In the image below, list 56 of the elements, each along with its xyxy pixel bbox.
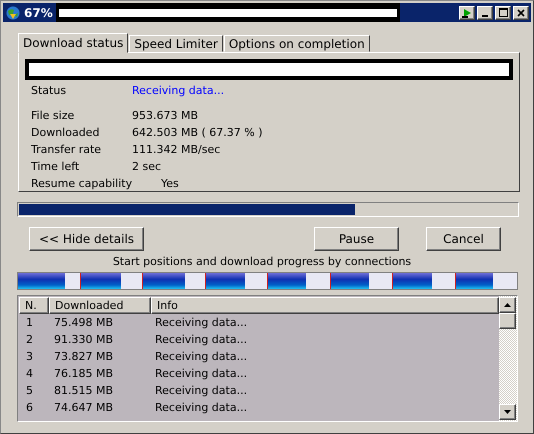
detail-label: Downloaded: [31, 126, 100, 140]
table-cell-text: Receiving data...: [154, 333, 248, 346]
connections-caption: Start positions and download progress by connections: [112, 255, 412, 269]
scrollbar[interactable]: [499, 296, 517, 421]
table-cell-text: 74.647 MB: [53, 401, 114, 414]
detail-label: Resume capability: [31, 177, 132, 191]
close-icon: [517, 8, 525, 16]
cancel-button[interactable]: Cancel: [426, 227, 501, 251]
status-value: Receiving data...: [132, 84, 226, 98]
tab[interactable]: Download status: [18, 33, 128, 53]
table-cell-text: 6: [25, 401, 34, 414]
scroll-down-button[interactable]: [499, 404, 516, 420]
detail-label: Time left: [31, 160, 80, 174]
play-icon: [462, 8, 472, 18]
globe-download-icon: [5, 4, 21, 20]
table-cell-text: 1: [25, 316, 34, 329]
close-button[interactable]: [513, 6, 529, 20]
tab[interactable]: Speed Limiter: [129, 35, 223, 52]
table-cell-text: 76.185 MB: [53, 367, 114, 380]
scroll-thumb[interactable]: [499, 313, 516, 329]
minimize-button[interactable]: [477, 6, 493, 20]
detail-value: 111.342 MB/sec: [132, 143, 222, 157]
detail-label: File size: [31, 109, 76, 123]
hide-details-button[interactable]: << Hide details: [29, 227, 144, 251]
table-cell-text: Receiving data...: [154, 401, 248, 414]
table-cell-text: Receiving data...: [154, 350, 248, 363]
table-cell-text: 4: [25, 367, 34, 380]
tab[interactable]: Options on completion: [224, 35, 370, 52]
table-cell-text: 75.498 MB: [53, 316, 114, 329]
maximize-icon: [498, 8, 508, 17]
column-header[interactable]: Info: [151, 297, 499, 314]
column-header[interactable]: N.: [19, 297, 49, 314]
detail-label: Transfer rate: [31, 143, 102, 157]
minimize-icon: [482, 14, 488, 16]
play-button[interactable]: [459, 6, 475, 20]
table-cell-text: Receiving data...: [154, 384, 248, 397]
table-cell-text: 73.827 MB: [53, 350, 114, 363]
column-header[interactable]: Downloaded: [49, 297, 151, 314]
down-arrow-icon: [504, 410, 511, 414]
pause-button[interactable]: Pause: [314, 227, 399, 251]
table-cell-text: Receiving data...: [154, 316, 248, 329]
status-label: Status: [31, 84, 68, 98]
table-cell-text: 81.515 MB: [53, 384, 114, 397]
table-cell-text: 2: [25, 333, 34, 346]
maximize-button[interactable]: [495, 6, 511, 20]
detail-value: 953.673 MB: [132, 109, 200, 123]
detail-value: Yes: [160, 177, 180, 191]
table-cell-text: 3: [25, 350, 34, 363]
scroll-up-button[interactable]: [499, 297, 516, 313]
table-cell-text: 5: [25, 384, 34, 397]
detail-value: 642.503 MB ( 67.37 % ): [132, 126, 264, 140]
table-cell-text: 91.330 MB: [53, 333, 114, 346]
table-cell-text: Receiving data...: [154, 367, 248, 380]
window-title: 67%: [24, 6, 53, 20]
up-arrow-icon: [504, 303, 511, 307]
detail-value: 2 sec: [132, 160, 162, 174]
